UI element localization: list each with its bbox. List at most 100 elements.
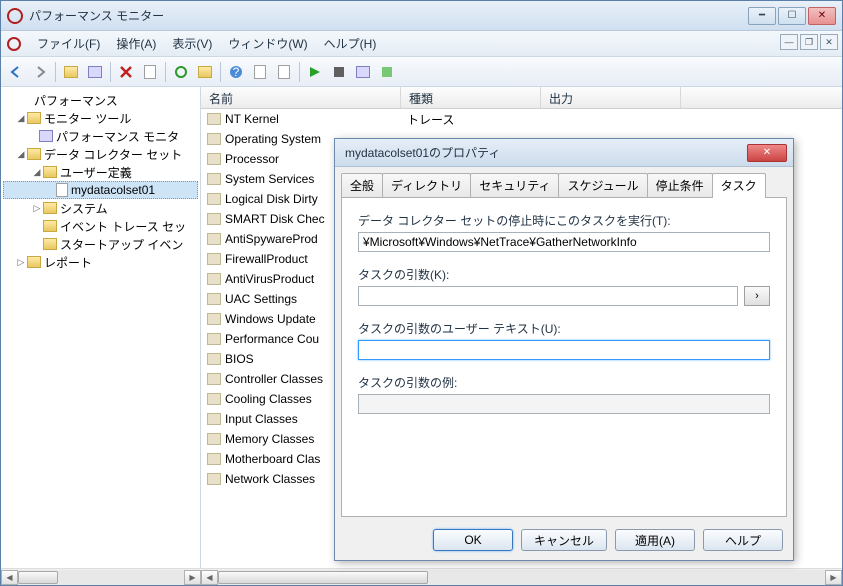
- tab-directory[interactable]: ディレクトリ: [382, 173, 471, 197]
- task-args-label: タスクの引数(K):: [358, 266, 738, 283]
- list-item-icon: [207, 373, 221, 385]
- tree-scrollbar[interactable]: ◀▶: [1, 568, 201, 585]
- ok-button[interactable]: OK: [433, 529, 513, 551]
- tree-perf-monitor[interactable]: パフォーマンス モニタ: [3, 127, 198, 145]
- properties-button[interactable]: [84, 61, 106, 83]
- close-button[interactable]: ✕: [808, 7, 836, 25]
- tab-general[interactable]: 全般: [341, 173, 383, 197]
- mdi-controls: ― ❐ ✕: [780, 34, 838, 50]
- list-item-icon: [207, 333, 221, 345]
- refresh-button[interactable]: [170, 61, 192, 83]
- list-item-name: AntiVirusProduct: [225, 272, 314, 286]
- mdi-minimize[interactable]: ―: [780, 34, 798, 50]
- dialog-buttons: OK キャンセル 適用(A) ヘルプ: [335, 523, 793, 557]
- tab-content-task: データ コレクター セットの停止時にこのタスクを実行(T): タスクの引数(K)…: [341, 197, 787, 517]
- list-item-name: System Services: [225, 172, 314, 186]
- tab-task[interactable]: タスク: [712, 173, 766, 198]
- list-item-name: NT Kernel: [225, 112, 279, 126]
- task-run-label: データ コレクター セットの停止時にこのタスクを実行(T):: [358, 212, 770, 229]
- menu-view[interactable]: 表示(V): [164, 32, 220, 55]
- menu-action[interactable]: 操作(A): [108, 32, 164, 55]
- list-item-name: Operating System: [225, 132, 321, 146]
- menu-window[interactable]: ウィンドウ(W): [220, 32, 315, 55]
- list-item-name: Memory Classes: [225, 432, 314, 446]
- tree-root[interactable]: パフォーマンス: [3, 91, 198, 109]
- list-scrollbar[interactable]: ◀▶: [201, 568, 842, 585]
- back-button[interactable]: [5, 61, 27, 83]
- list-item-icon: [207, 273, 221, 285]
- toolbar-button-1[interactable]: [139, 61, 161, 83]
- list-item-name: Performance Cou: [225, 332, 319, 346]
- tree-panel: パフォーマンス ◢モニター ツール パフォーマンス モニタ ◢データ コレクター…: [1, 87, 201, 585]
- list-header: 名前 種類 出力: [201, 87, 842, 109]
- list-item-name: Network Classes: [225, 472, 315, 486]
- list-item-icon: [207, 433, 221, 445]
- dialog-close-button[interactable]: ✕: [747, 144, 787, 162]
- maximize-button[interactable]: ☐: [778, 7, 806, 25]
- list-item-name: AntiSpywareProd: [225, 232, 318, 246]
- list-item-icon: [207, 453, 221, 465]
- show-hide-tree-button[interactable]: [60, 61, 82, 83]
- svg-text:?: ?: [233, 65, 240, 79]
- toolbar-button-3[interactable]: [273, 61, 295, 83]
- menu-help[interactable]: ヘルプ(H): [316, 32, 385, 55]
- tab-stop[interactable]: 停止条件: [647, 173, 713, 197]
- dialog-tabs: 全般 ディレクトリ セキュリティ スケジュール 停止条件 タスク: [335, 167, 793, 197]
- col-type[interactable]: 種類: [401, 87, 541, 108]
- menu-file[interactable]: ファイル(F): [29, 32, 108, 55]
- tab-security[interactable]: セキュリティ: [470, 173, 559, 197]
- task-run-input[interactable]: [358, 232, 770, 252]
- tree-dcs[interactable]: ◢データ コレクター セット: [3, 145, 198, 163]
- export-button[interactable]: [194, 61, 216, 83]
- list-item-icon: [207, 293, 221, 305]
- tree-reports[interactable]: ▷レポート: [3, 253, 198, 271]
- tree-monitor-tools[interactable]: ◢モニター ツール: [3, 109, 198, 127]
- list-item-icon: [207, 233, 221, 245]
- list-item-name: Motherboard Clas: [225, 452, 320, 466]
- tree-system[interactable]: ▷システム: [3, 199, 198, 217]
- list-item-icon: [207, 173, 221, 185]
- stop-button[interactable]: [328, 61, 350, 83]
- toolbar: ?: [1, 57, 842, 87]
- list-item-name: UAC Settings: [225, 292, 297, 306]
- tree-event-trace[interactable]: イベント トレース セッ: [3, 217, 198, 235]
- toolbar-button-4[interactable]: [352, 61, 374, 83]
- toolbar-button-2[interactable]: [249, 61, 271, 83]
- list-item-name: BIOS: [225, 352, 254, 366]
- list-item-name: Windows Update: [225, 312, 316, 326]
- toolbar-button-5[interactable]: [376, 61, 398, 83]
- dialog-title: mydatacolset01のプロパティ: [341, 144, 747, 161]
- task-user-text-input[interactable]: [358, 340, 770, 360]
- list-item-name: Cooling Classes: [225, 392, 312, 406]
- apply-button[interactable]: 適用(A): [615, 529, 695, 551]
- window-controls: ━ ☐ ✕: [748, 7, 836, 25]
- list-item-icon: [207, 413, 221, 425]
- mdi-close[interactable]: ✕: [820, 34, 838, 50]
- list-item-icon: [207, 193, 221, 205]
- help-button[interactable]: ヘルプ: [703, 529, 783, 551]
- forward-button[interactable]: [29, 61, 51, 83]
- tree-mydatacolset[interactable]: mydatacolset01: [3, 181, 198, 199]
- start-button[interactable]: [304, 61, 326, 83]
- task-args-example-label: タスクの引数の例:: [358, 374, 770, 391]
- list-item-icon: [207, 113, 221, 125]
- tab-schedule[interactable]: スケジュール: [558, 173, 647, 197]
- list-item-icon: [207, 253, 221, 265]
- mdi-restore[interactable]: ❐: [800, 34, 818, 50]
- properties-dialog: mydatacolset01のプロパティ ✕ 全般 ディレクトリ セキュリティ …: [334, 138, 794, 561]
- list-item-name: Input Classes: [225, 412, 298, 426]
- list-item-icon: [207, 133, 221, 145]
- tree-user-defined[interactable]: ◢ユーザー定義: [3, 163, 198, 181]
- task-args-browse-button[interactable]: ›: [744, 286, 770, 306]
- app-icon: [7, 8, 23, 24]
- delete-button[interactable]: [115, 61, 137, 83]
- minimize-button[interactable]: ━: [748, 7, 776, 25]
- col-output[interactable]: 出力: [541, 87, 681, 108]
- list-row[interactable]: NT Kernelトレース: [201, 109, 842, 129]
- help-button[interactable]: ?: [225, 61, 247, 83]
- list-item-icon: [207, 213, 221, 225]
- cancel-button[interactable]: キャンセル: [521, 529, 607, 551]
- task-args-input[interactable]: [358, 286, 738, 306]
- tree-startup-event[interactable]: スタートアップ イベン: [3, 235, 198, 253]
- col-name[interactable]: 名前: [201, 87, 401, 108]
